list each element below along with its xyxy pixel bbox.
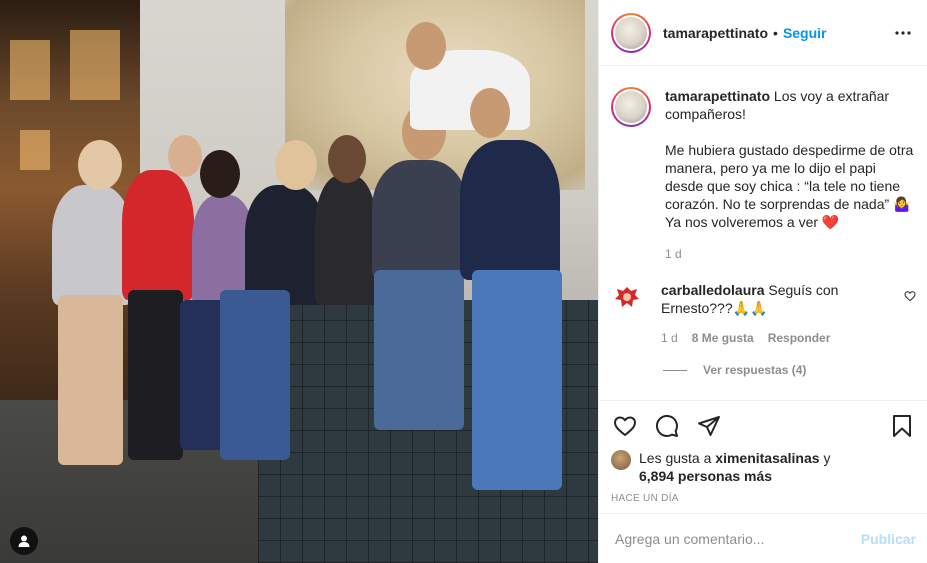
post-actions: Les gusta a ximenitasalinas y 6,894 pers… [599, 400, 927, 504]
comment-username[interactable]: carballedolaura [661, 282, 765, 298]
view-replies-label: Ver respuestas (4) [703, 363, 807, 377]
comment-input[interactable] [615, 530, 861, 547]
commenter-avatar[interactable] [611, 281, 643, 313]
caption-time: 1 d [665, 247, 682, 261]
comment-heart-icon[interactable] [904, 289, 916, 302]
post-timestamp[interactable]: HACE UN DÍA [611, 493, 916, 504]
caption-author-avatar[interactable] [611, 87, 651, 127]
author-username[interactable]: tamarapettinato [663, 25, 768, 41]
comment-item: carballedolaura Seguís con Ernesto???🙏🙏 … [611, 281, 916, 347]
likes-summary: Les gusta a ximenitasalinas y 6,894 pers… [611, 449, 916, 485]
replies-divider [663, 369, 687, 371]
reply-button[interactable]: Responder [768, 329, 831, 347]
caption: tamarapettinato Los voy a extrañar compa… [611, 87, 916, 263]
bookmark-icon[interactable] [888, 412, 916, 440]
comment-time: 1 d [661, 331, 678, 345]
comments-section[interactable]: tamarapettinato Los voy a extrañar compa… [599, 67, 927, 400]
caption-text-line2: Me hubiera gustado despedirme de otra ma… [665, 142, 914, 230]
liker-avatar[interactable] [611, 450, 631, 470]
view-replies-button[interactable]: Ver respuestas (4) [663, 363, 916, 377]
add-comment-bar: Publicar [599, 513, 927, 563]
liker-username[interactable]: ximenitasalinas [715, 450, 819, 466]
likes-conj: y [823, 450, 831, 466]
tagged-users-icon[interactable] [10, 527, 38, 555]
share-icon[interactable] [695, 412, 723, 440]
comment-likes[interactable]: 8 Me gusta [692, 329, 754, 347]
likes-count[interactable]: 6,894 personas más [639, 468, 772, 484]
comment-icon[interactable] [653, 412, 681, 440]
separator-dot: • [773, 24, 778, 41]
post-header: tamarapettinato • Seguir [599, 0, 927, 66]
more-horizontal-icon[interactable] [891, 21, 915, 45]
post-details-panel: tamarapettinato • Seguir tamarapettinato… [598, 0, 927, 563]
follow-button[interactable]: Seguir [783, 25, 827, 41]
author-avatar[interactable] [611, 12, 651, 53]
likes-prefix: Les gusta a [639, 450, 712, 466]
post-photo[interactable] [0, 0, 598, 563]
caption-username[interactable]: tamarapettinato [665, 88, 770, 104]
publish-button[interactable]: Publicar [861, 531, 916, 547]
heart-icon[interactable] [611, 412, 639, 440]
